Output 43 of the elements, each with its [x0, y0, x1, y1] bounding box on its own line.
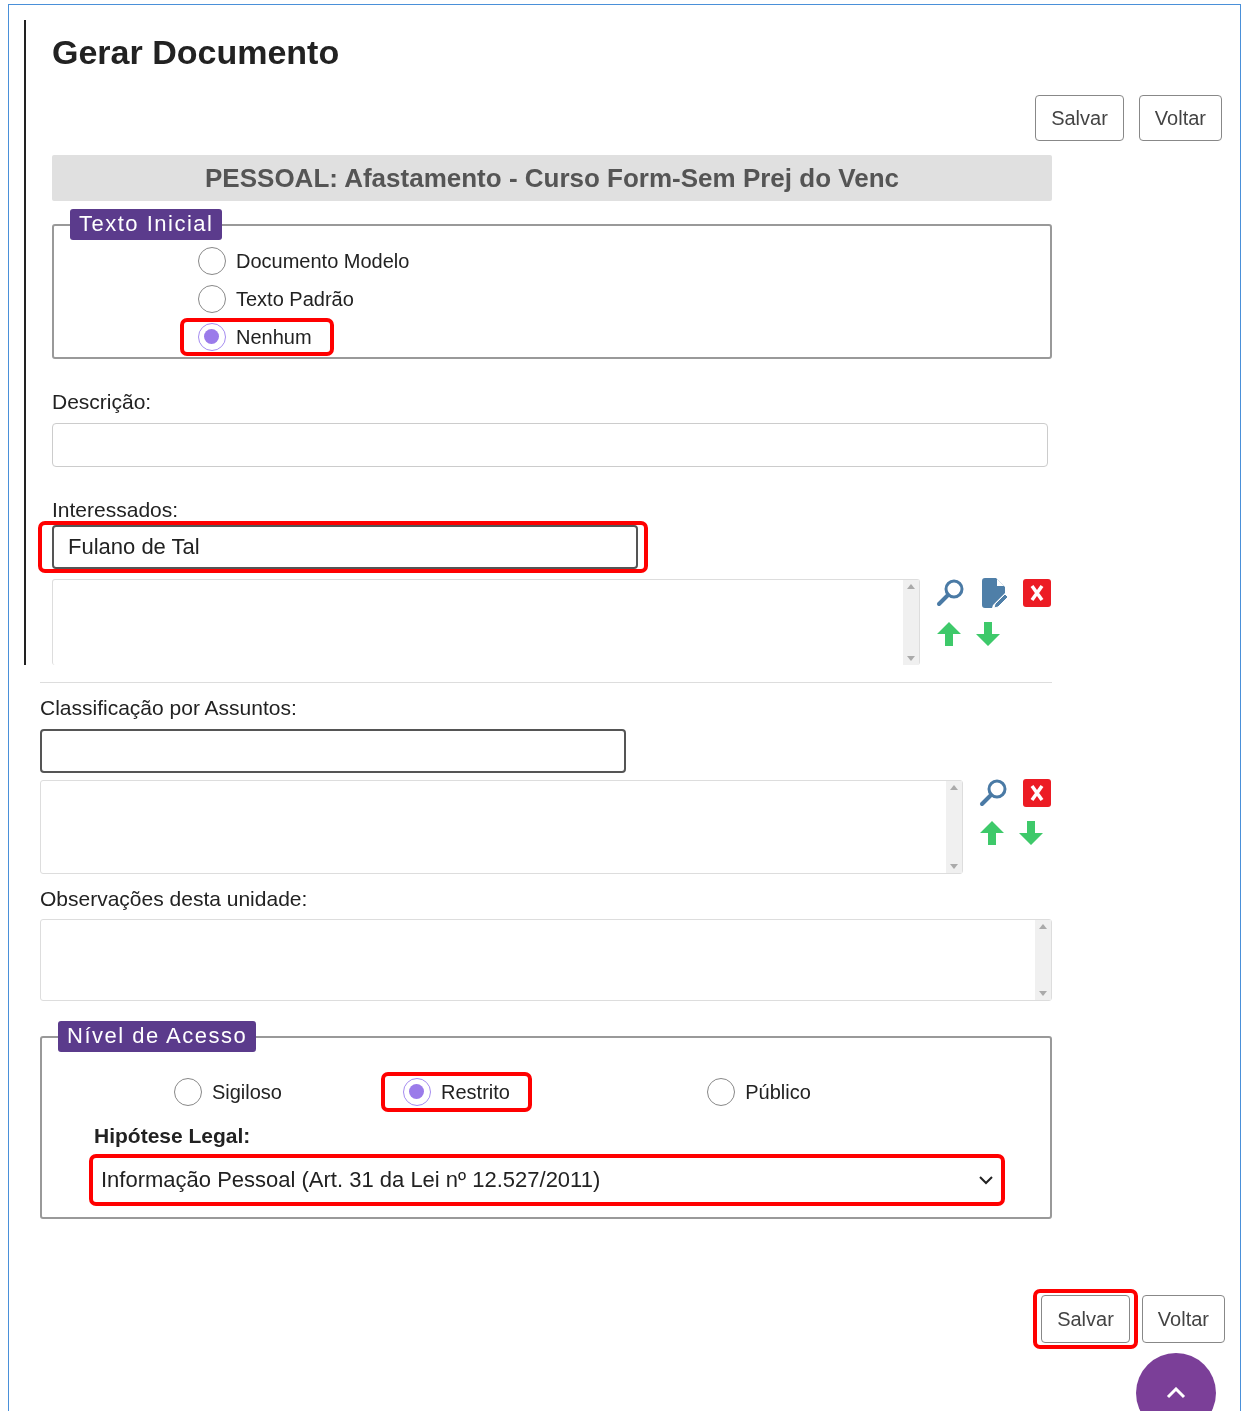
radio-label: Público — [745, 1080, 811, 1104]
field-label: Hipótese Legal: — [94, 1124, 252, 1148]
section-legend: Nível de Acesso — [58, 1021, 257, 1052]
radio-button[interactable] — [198, 323, 226, 351]
button[interactable]: Voltar — [1138, 95, 1222, 141]
document-type-header: PESSOAL: Afastamento - Curso Form-Sem Prej do Venc — [52, 155, 1052, 201]
radio-label: Restrito — [441, 1080, 510, 1104]
edit-document-icon[interactable] — [979, 577, 1009, 609]
scrollbar[interactable] — [1035, 920, 1051, 1000]
delete-icon[interactable] — [1022, 578, 1052, 608]
field-label: Interessados: — [52, 497, 180, 523]
radio-label: Sigiloso — [211, 1080, 282, 1104]
arrow-down-icon[interactable] — [975, 621, 1001, 647]
radio-button[interactable] — [198, 285, 226, 313]
arrow-up-icon[interactable] — [936, 621, 962, 647]
page-title: Gerar Documento — [52, 32, 341, 72]
scroll-to-top-button[interactable] — [1136, 1353, 1216, 1411]
radio-button[interactable] — [198, 247, 226, 275]
radio-label: Texto Padrão — [236, 287, 354, 311]
dropdown[interactable]: Informação Pessoal (Art. 31 da Lei nº 12.527/2011) — [93, 1158, 1001, 1202]
radio-button[interactable] — [173, 1078, 202, 1106]
radio-button[interactable] — [707, 1078, 736, 1106]
input-field[interactable]: Fulano de Tal — [52, 525, 638, 569]
radio-label: Documento Modelo — [236, 249, 410, 273]
delete-icon[interactable] — [1022, 778, 1052, 808]
button[interactable]: Voltar — [1141, 1295, 1225, 1343]
field-label: Classificação por Assuntos: — [40, 695, 298, 721]
radio-label: Nenhum — [236, 325, 312, 349]
field-label: Observações desta unidade: — [40, 886, 309, 912]
chevron-up-icon — [1166, 1387, 1186, 1399]
radio-button[interactable] — [403, 1078, 432, 1106]
section-legend: Texto Inicial — [70, 209, 223, 240]
search-icon[interactable] — [979, 778, 1009, 808]
scrollbar[interactable] — [946, 781, 962, 873]
arrow-down-icon[interactable] — [1018, 820, 1044, 846]
search-icon[interactable] — [936, 578, 966, 608]
button[interactable]: Salvar — [1035, 95, 1124, 141]
button[interactable]: Salvar — [1041, 1295, 1130, 1343]
chevron-down-icon — [979, 1175, 993, 1185]
input-field[interactable] — [40, 729, 626, 773]
field-label: Descrição: — [52, 389, 153, 415]
scrollbar[interactable] — [903, 580, 919, 665]
arrow-up-icon[interactable] — [979, 820, 1005, 846]
